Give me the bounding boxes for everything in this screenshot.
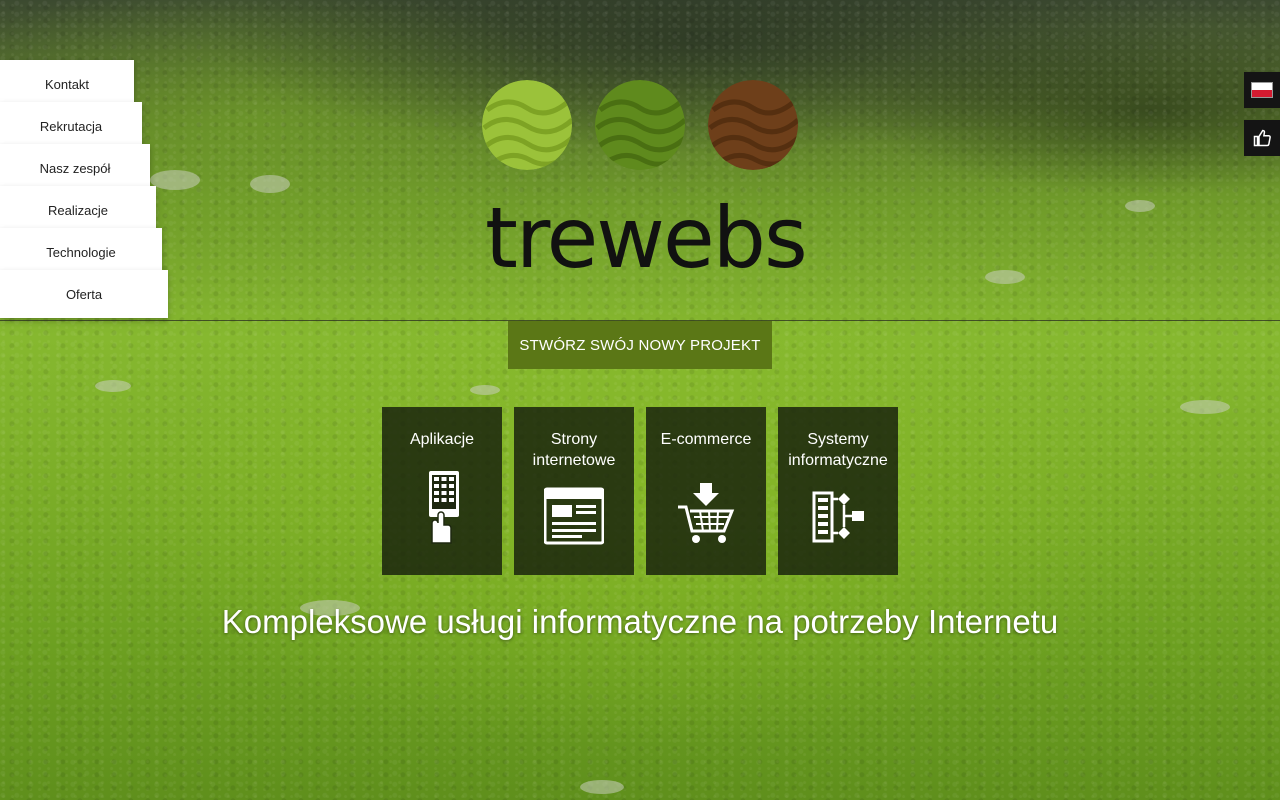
menu-item-rekrutacja[interactable]: Rekrutacja bbox=[0, 102, 142, 150]
website-icon bbox=[544, 487, 604, 545]
service-tile-aplikacje[interactable]: Aplikacje bbox=[382, 407, 502, 575]
polish-flag-icon bbox=[1251, 82, 1273, 98]
pebble bbox=[150, 170, 200, 190]
service-tile-label: Aplikacje bbox=[409, 431, 475, 448]
create-project-label: STWÓRZ SWÓJ NOWY PROJEKT bbox=[519, 336, 761, 354]
service-tile-strony-internetowe[interactable]: Strony internetowe bbox=[514, 407, 634, 575]
pebble bbox=[1125, 200, 1155, 212]
service-tile-label: Strony internetowe bbox=[532, 431, 616, 469]
language-button[interactable] bbox=[1244, 72, 1280, 108]
menu-item-label: Nasz zespół bbox=[39, 160, 111, 176]
flowchart-icon bbox=[812, 491, 864, 543]
menu-item-label: Realizacje bbox=[48, 202, 108, 218]
pebble bbox=[95, 380, 131, 392]
shopping-cart-icon bbox=[678, 483, 735, 543]
menu-item-label: Kontakt bbox=[44, 76, 90, 92]
pebble bbox=[1180, 400, 1230, 414]
thumbs-up-icon bbox=[1253, 129, 1271, 147]
menu-item-oferta[interactable]: Oferta bbox=[0, 270, 168, 318]
pebble bbox=[985, 270, 1025, 284]
service-tile-e-commerce[interactable]: E-commerce bbox=[646, 407, 766, 575]
pebble bbox=[470, 385, 500, 395]
service-tile-label: E-commerce bbox=[660, 431, 752, 448]
logo-circle-dark-green bbox=[595, 80, 685, 170]
menu-item-technologie[interactable]: Technologie bbox=[0, 228, 162, 276]
logo-text: trewebs bbox=[485, 189, 808, 287]
menu-item-label: Technologie bbox=[46, 244, 116, 260]
menu-item-kontakt[interactable]: Kontakt bbox=[0, 60, 134, 108]
service-tile-label: Systemy informatyczne bbox=[788, 431, 888, 469]
create-project-button[interactable]: STWÓRZ SWÓJ NOWY PROJEKT bbox=[508, 321, 772, 369]
tagline: Kompleksowe usługi informatyczne na potr… bbox=[221, 603, 1059, 640]
logo-circle-light-green bbox=[482, 80, 572, 170]
menu-item-label: Oferta bbox=[65, 286, 103, 302]
logo-circle-brown bbox=[708, 80, 798, 170]
service-tile-systemy-informatyczne[interactable]: Systemy informatyczne bbox=[778, 407, 898, 575]
page-background: Kontakt Rekrutacja Nasz zespół Realizacj… bbox=[0, 0, 1280, 800]
mobile-app-icon bbox=[429, 471, 459, 544]
menu-item-label: Rekrutacja bbox=[39, 118, 103, 134]
menu-item-realizacje[interactable]: Realizacje bbox=[0, 186, 156, 234]
pebble bbox=[250, 175, 290, 193]
like-button[interactable] bbox=[1244, 120, 1280, 156]
pebble bbox=[580, 780, 624, 794]
menu-item-nasz-zespol[interactable]: Nasz zespół bbox=[0, 144, 150, 192]
